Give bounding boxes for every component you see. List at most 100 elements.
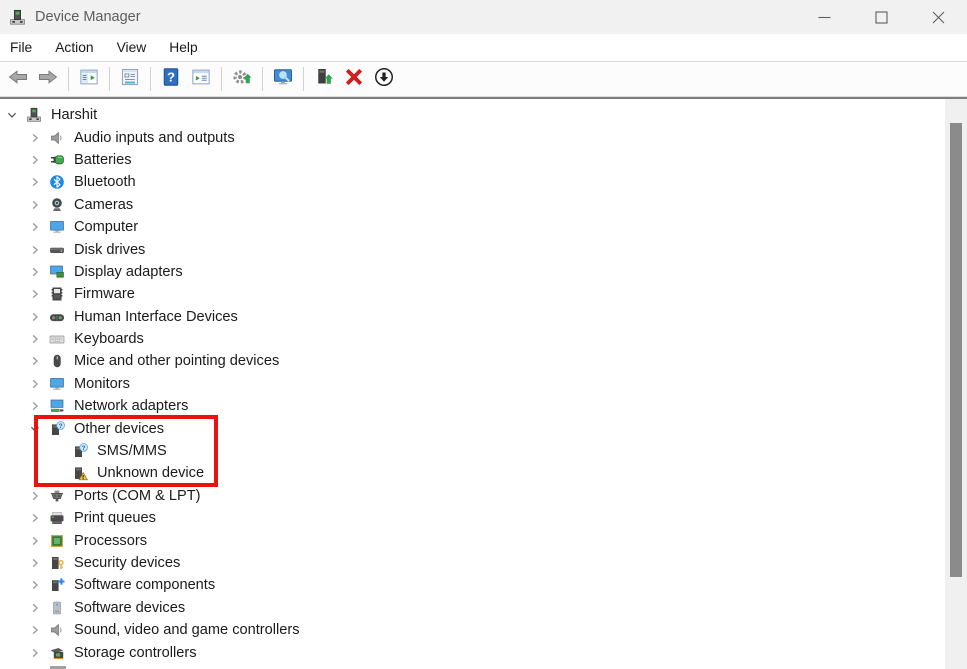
security-key-icon [47,555,67,571]
tree-item-monitors[interactable]: Monitors [0,373,945,395]
forward-button[interactable] [34,65,62,93]
tree-item-label: Print queues [74,510,156,526]
chevron-right-icon[interactable] [25,264,45,280]
disable-device-button[interactable] [370,65,398,93]
maximize-icon [874,10,889,25]
forward-arrow-icon [38,67,58,92]
chevron-right-icon[interactable] [25,353,45,369]
chevron-right-icon[interactable] [25,488,45,504]
device-manager-window: Device Manager FileActionViewHelp ? Hars… [0,0,967,669]
tree-item-batteries[interactable]: Batteries [0,149,945,171]
show-action-pane-button[interactable] [187,65,215,93]
tree-item-label: Audio inputs and outputs [74,130,235,146]
chevron-right-icon[interactable] [25,577,45,593]
chevron-right-icon[interactable] [25,600,45,616]
action-pane-icon [191,67,211,92]
chevron-right-icon[interactable] [25,309,45,325]
chevron-right-icon[interactable] [25,331,45,347]
close-button[interactable] [910,0,967,34]
chevron-right-icon[interactable] [25,622,45,638]
tree-item-software-devices[interactable]: Software devices [0,597,945,619]
tree-item-label: Harshit [51,107,97,123]
tree-item-ports-com-lpt[interactable]: Ports (COM & LPT) [0,485,945,507]
tree-item-sms-mms[interactable]: ?SMS/MMS [0,440,945,462]
vertical-scrollbar[interactable] [945,99,967,669]
tree-item-audio-inputs-and-outputs[interactable]: Audio inputs and outputs [0,126,945,148]
tree-item-human-interface-devices[interactable]: Human Interface Devices [0,306,945,328]
firmware-chip-icon [47,286,67,302]
tree-item-label: Cameras [74,197,133,213]
chevron-right-icon[interactable] [25,197,45,213]
tree-item-disk-drives[interactable]: Disk drives [0,238,945,260]
tree-item-cameras[interactable]: Cameras [0,194,945,216]
maximize-button[interactable] [853,0,910,34]
chevron-right-icon[interactable] [25,286,45,302]
tree-item-other-devices[interactable]: ?Other devices [0,417,945,439]
properties-button[interactable] [116,65,144,93]
tree-item-mice-and-other-pointing-devices[interactable]: Mice and other pointing devices [0,350,945,372]
tree-item-network-adapters[interactable]: Network adapters [0,395,945,417]
chevron-right-icon[interactable] [25,152,45,168]
update-driver-button[interactable] [310,65,338,93]
chevron-right-icon[interactable] [25,174,45,190]
show-console-tree-button[interactable] [75,65,103,93]
back-arrow-icon [8,67,28,92]
speaker-icon [47,622,67,638]
chevron-right-icon[interactable] [25,130,45,146]
tree-item-processors[interactable]: Processors [0,529,945,551]
chevron-right-icon[interactable] [25,398,45,414]
chevron-right-icon[interactable] [25,645,45,661]
menu-item-help[interactable]: Help [159,36,207,59]
menu-item-action[interactable]: Action [45,36,103,59]
speaker-icon [47,130,67,146]
chevron-right-icon[interactable] [25,533,45,549]
tree-item-computer[interactable]: Computer [0,216,945,238]
tree-item-sound-video-and-game-controllers[interactable]: Sound, video and game controllers [0,619,945,641]
minimize-button[interactable] [796,0,853,34]
chevron-right-icon[interactable] [25,376,45,392]
chevron-right-icon[interactable] [25,219,45,235]
chevron-down-icon[interactable] [25,421,45,437]
chevron-placeholder [48,443,68,459]
tree-item-label: Bluetooth [74,174,136,190]
tree-item-bluetooth[interactable]: Bluetooth [0,171,945,193]
properties-window-icon [120,67,140,92]
monitor-icon [47,376,67,392]
tree-item-keyboards[interactable]: Keyboards [0,328,945,350]
chevron-down-icon[interactable] [2,107,22,123]
back-button[interactable] [4,65,32,93]
chevron-right-icon[interactable] [25,555,45,571]
tree-item-display-adapters[interactable]: Display adapters [0,261,945,283]
chevron-right-icon[interactable] [25,510,45,526]
uninstall-device-button[interactable] [340,65,368,93]
svg-text:?: ? [82,445,86,452]
tree-item-label: Storage controllers [74,645,197,661]
tree-item-security-devices[interactable]: Security devices [0,552,945,574]
menu-item-file[interactable]: File [0,36,42,59]
tree-item-label: Disk drives [74,242,145,258]
remote-computer-button[interactable] [269,65,297,93]
tree-item-unknown-device[interactable]: Unknown device [0,462,945,484]
tree-item-label: Display adapters [74,264,183,280]
toolbar-separator [303,67,304,91]
uninstall-x-icon [344,67,364,92]
tree-item-print-queues[interactable]: Print queues [0,507,945,529]
toolbar-separator [262,67,263,91]
menu-item-view[interactable]: View [107,36,157,59]
network-adapter-icon [47,398,67,414]
tree-item-storage-controllers[interactable]: Storage controllers [0,641,945,663]
keyboard-icon [47,331,67,347]
close-icon [931,10,946,25]
tree-item-label: Unknown device [97,465,204,481]
scrollbar-thumb[interactable] [950,123,962,577]
display-adapter-icon [47,264,67,280]
help-button[interactable]: ? [157,65,185,93]
chevron-right-icon[interactable] [25,242,45,258]
titlebar: Device Manager [0,0,967,34]
mouse-icon [47,353,67,369]
tree-item-firmware[interactable]: Firmware [0,283,945,305]
tree-item-software-components[interactable]: Software components [0,574,945,596]
tree-item-label: Keyboards [74,331,144,347]
scan-hardware-changes-button[interactable] [228,65,256,93]
tree-item-harshit[interactable]: Harshit [0,104,945,126]
